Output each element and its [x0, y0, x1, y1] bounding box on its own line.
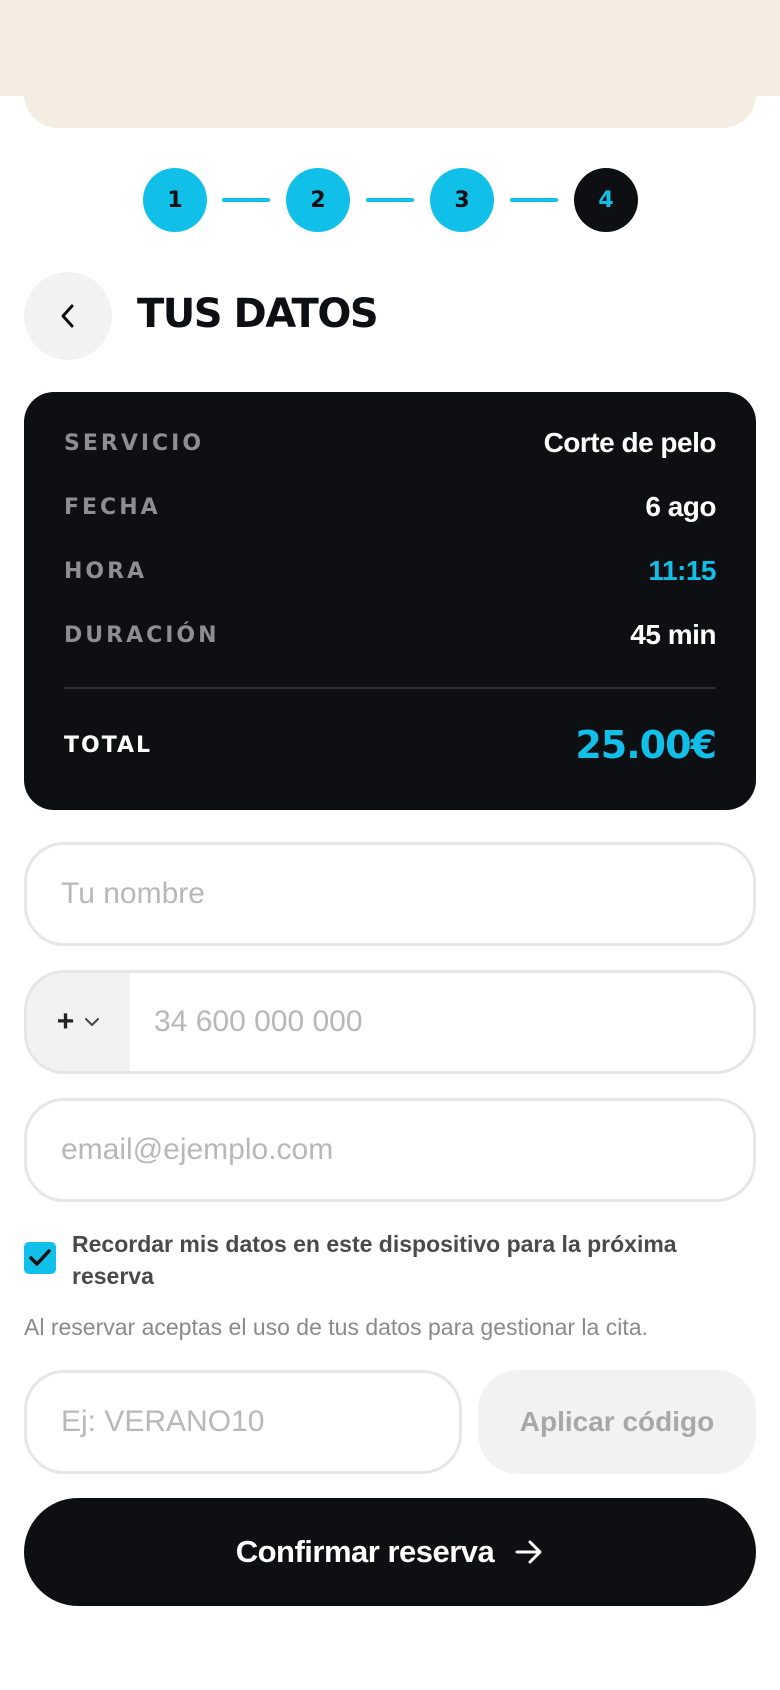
remember-label: Recordar mis datos en este dispositivo p…: [72, 1231, 677, 1289]
checkmark-icon: [29, 1249, 51, 1266]
chevron-left-icon: [61, 304, 74, 328]
summary-label: FECHA: [64, 494, 161, 520]
remember-checkbox[interactable]: [24, 1242, 56, 1274]
chevron-down-icon: [85, 1018, 100, 1026]
email-input[interactable]: [27, 1101, 753, 1199]
step-3: 3: [430, 168, 494, 232]
name-field: [24, 842, 756, 946]
phone-field: +: [24, 970, 756, 1074]
step-connector: [222, 198, 270, 202]
summary-row-time: HORA 11:15: [64, 551, 716, 591]
summary-value-date: 6 ago: [645, 491, 716, 522]
back-button[interactable]: [24, 272, 112, 360]
country-prefix: +: [56, 1005, 75, 1038]
email-field: [24, 1098, 756, 1202]
progress-stepper: 1 2 3 4: [0, 168, 780, 232]
confirm-label: Confirmar reserva: [235, 1534, 495, 1569]
summary-value-service: Corte de pelo: [543, 427, 717, 458]
step-2: 2: [286, 168, 350, 232]
step-connector: [510, 198, 558, 202]
booking-summary-card: SERVICIO Corte de pelo FECHA 6 ago HORA …: [24, 392, 756, 810]
summary-value-time: 11:15: [648, 555, 716, 586]
step-4: 4: [574, 168, 638, 232]
promo-code-input[interactable]: [27, 1373, 459, 1471]
summary-label: SERVICIO: [64, 430, 205, 456]
top-card: [24, 60, 756, 128]
arrow-right-icon: [515, 1540, 542, 1564]
summary-value-duration: 45 min: [630, 619, 716, 650]
summary-row-service: SERVICIO Corte de pelo: [64, 423, 717, 463]
phone-input[interactable]: [130, 973, 753, 1071]
total-value: 25.00€: [575, 723, 717, 767]
country-code-select[interactable]: +: [27, 973, 130, 1071]
step-connector: [366, 198, 414, 202]
summary-row-date: FECHA 6 ago: [64, 487, 716, 527]
summary-row-duration: DURACIÓN 45 min: [64, 615, 716, 655]
step-1: 1: [143, 168, 207, 232]
remember-data-option: Recordar mis datos en este dispositivo p…: [24, 1228, 756, 1292]
summary-label: HORA: [64, 558, 148, 584]
summary-label: DURACIÓN: [64, 622, 220, 648]
total-label: TOTAL: [64, 732, 153, 758]
promo-code-field: [24, 1370, 462, 1474]
legal-notice: Al reservar aceptas el uso de tus datos …: [24, 1314, 648, 1340]
name-input[interactable]: [27, 845, 753, 943]
summary-row-total: TOTAL 25.00€: [64, 721, 717, 769]
apply-code-button[interactable]: Aplicar código: [478, 1370, 756, 1474]
confirm-booking-button[interactable]: Confirmar reserva: [24, 1498, 756, 1606]
page-title: TUS DATOS: [137, 291, 379, 337]
summary-divider: [64, 687, 716, 689]
